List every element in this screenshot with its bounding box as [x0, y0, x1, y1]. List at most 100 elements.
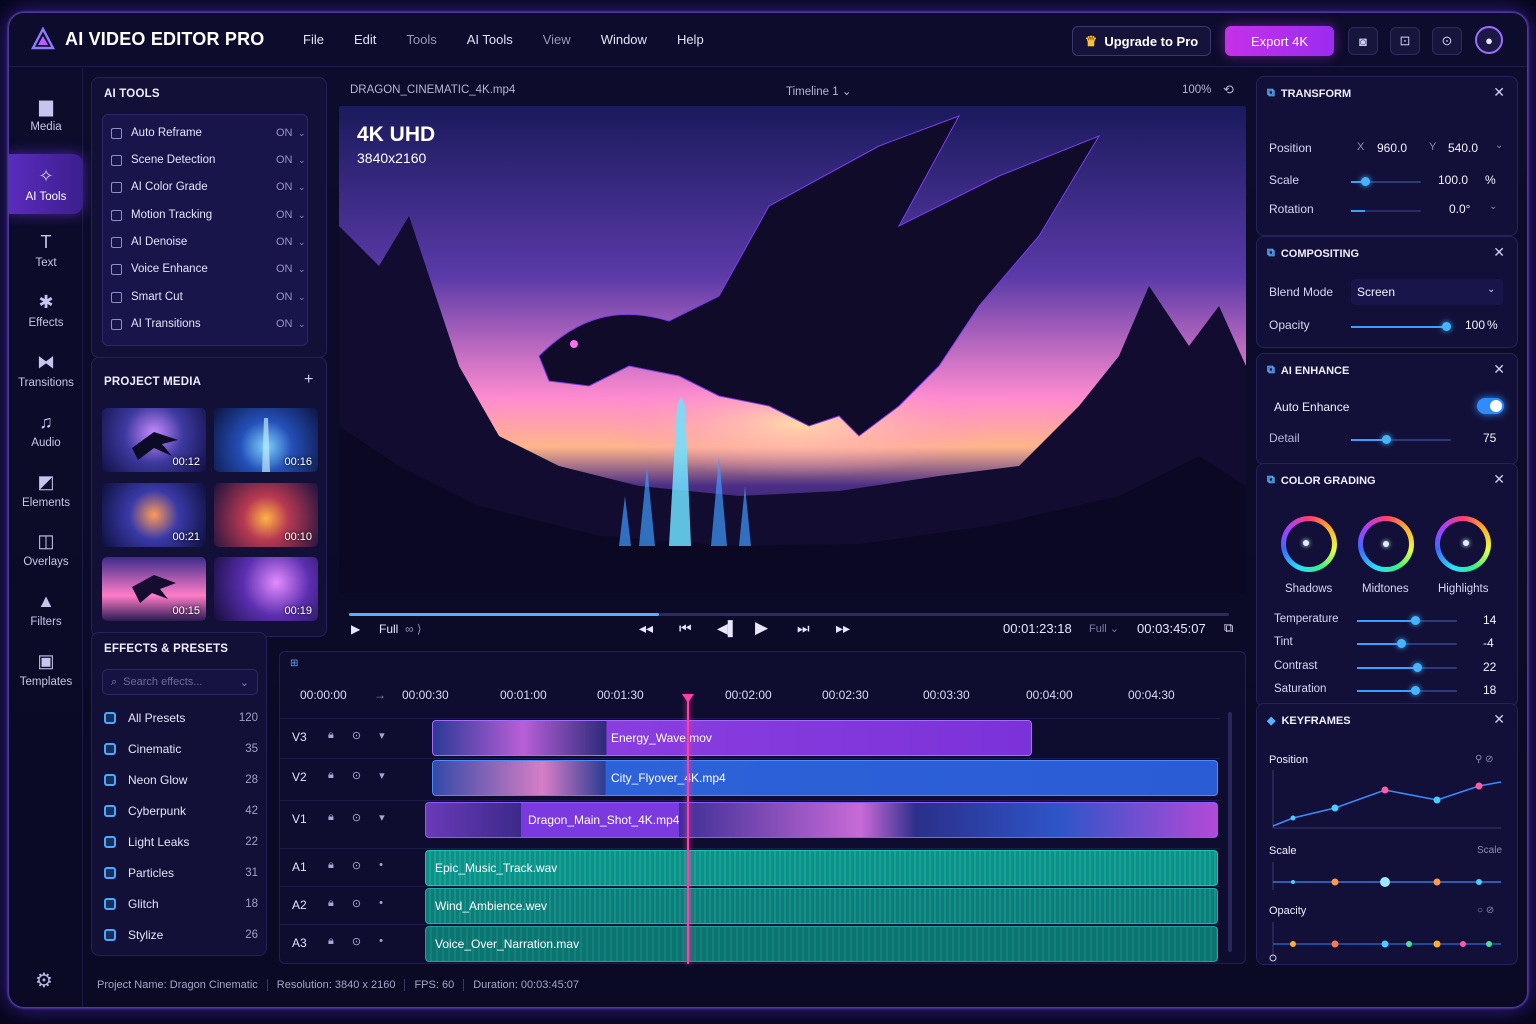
ai-tool-color-grade[interactable]: AI Color Grade ON ⌄ — [111, 177, 306, 197]
clip-energy-wave[interactable]: Energy_Wave.mov — [432, 720, 1032, 756]
position-keyframe-graph[interactable] — [1269, 768, 1505, 834]
chevron-down-icon[interactable]: ▾ — [379, 769, 385, 782]
lock-icon[interactable]: 🔒︎ — [328, 897, 334, 910]
lock-icon[interactable]: 🔒︎ — [328, 729, 334, 742]
media-thumb[interactable]: 00:16 — [214, 408, 318, 472]
chevron-down-icon[interactable]: ▾ — [379, 729, 385, 742]
play-small-icon[interactable]: ▶ — [351, 622, 360, 636]
temperature-slider[interactable] — [1357, 616, 1457, 625]
media-thumb[interactable]: 00:10 — [214, 483, 318, 547]
ai-tool-motion-tracking[interactable]: Motion Tracking ON ⌄ — [111, 205, 306, 225]
video-preview[interactable]: 4K UHD 3840x2160 — [339, 106, 1246, 593]
sidebar-item-media[interactable]: ▆ Media — [9, 84, 83, 144]
lock-icon[interactable]: 🔒︎ — [328, 769, 334, 782]
chevron-down-icon[interactable]: ▾ — [379, 811, 385, 824]
chevron-down-icon[interactable]: ⌄ — [298, 319, 306, 330]
clip-voice-over[interactable]: Voice_Over_Narration.mav — [425, 926, 1218, 962]
preset-light-leaks[interactable]: Light Leaks 22 — [104, 832, 258, 852]
position-x-input[interactable]: 960.0 — [1377, 141, 1407, 155]
ai-tool-voice-enhance[interactable]: Voice Enhance ON ⌄ — [111, 259, 306, 279]
wheel-dot[interactable] — [1383, 541, 1389, 547]
position-y-input[interactable]: 540.0 — [1448, 141, 1478, 155]
opacity-keyframe-graph[interactable] — [1269, 918, 1505, 962]
wheel-dot[interactable] — [1303, 540, 1309, 546]
close-icon[interactable]: ✕ — [1493, 84, 1505, 101]
saturation-slider-knob[interactable] — [1411, 686, 1420, 695]
menu-help[interactable]: Help — [677, 32, 704, 47]
avatar[interactable]: ● — [1475, 26, 1503, 54]
ai-tool-transitions[interactable]: AI Transitions ON ⌄ — [111, 314, 306, 334]
preset-all[interactable]: All Presets 120 — [104, 708, 258, 728]
scale-input[interactable]: 100.0 — [1438, 173, 1468, 187]
lock-icon[interactable]: 🔒︎ — [328, 935, 334, 948]
close-icon[interactable]: ✕ — [1493, 471, 1505, 488]
close-icon[interactable]: ✕ — [1493, 711, 1505, 728]
prev-frame-icon[interactable]: ◀▌ — [717, 620, 738, 637]
gear-icon[interactable]: ⚙ — [35, 968, 53, 993]
visibility-icon[interactable]: ⊙ — [352, 769, 361, 782]
snapshot-button[interactable]: ◙ — [1348, 27, 1378, 55]
preset-stylize[interactable]: Stylize 26 — [104, 925, 258, 945]
export-button[interactable]: Export 4K — [1225, 26, 1334, 56]
midtones-wheel[interactable] — [1358, 516, 1414, 572]
sidebar-item-transitions[interactable]: ⧓ Transitions — [9, 340, 83, 400]
link-icon[interactable]: ⚲ ⊘ — [1475, 754, 1493, 765]
lock-icon[interactable]: 🔒︎ — [328, 811, 334, 824]
chevron-down-icon[interactable]: ⌄ — [298, 292, 306, 303]
chevron-down-icon[interactable]: ⌄ — [298, 155, 306, 166]
opacity-keyframe-icons[interactable]: ○ ⊘ — [1477, 905, 1494, 916]
preset-neon-glow[interactable]: Neon Glow 28 — [104, 770, 258, 790]
sidebar-item-ai-tools[interactable]: ✧ AI Tools — [9, 154, 83, 214]
quality-select-2[interactable]: Full ⌄ — [1089, 622, 1119, 635]
quality-select[interactable]: Full — [379, 622, 398, 636]
visibility-icon[interactable]: ⊙ — [352, 935, 361, 948]
contrast-slider-knob[interactable] — [1413, 663, 1422, 672]
temperature-slider-knob[interactable] — [1411, 616, 1420, 625]
fullscreen-icon[interactable]: ⧉ — [1224, 620, 1233, 636]
fit-screen-icon[interactable]: ⟲ — [1223, 82, 1234, 98]
ai-tool-denoise[interactable]: AI Denoise ON ⌄ — [111, 232, 306, 252]
clip-dragon-main[interactable]: Dragon_Main_Shot_4K.mp4 — [425, 802, 1218, 838]
media-thumb[interactable]: 00:12 — [102, 408, 206, 472]
settings-button[interactable]: ⊙ — [1432, 27, 1462, 55]
highlights-wheel[interactable] — [1435, 516, 1491, 572]
fast-forward-icon[interactable]: ▸▸ — [836, 620, 850, 637]
opacity-slider[interactable] — [1351, 322, 1451, 331]
playhead[interactable] — [682, 694, 694, 964]
timeline-scrollbar[interactable] — [1228, 712, 1232, 952]
sidebar-item-overlays[interactable]: ◫ Overlays — [9, 519, 83, 579]
close-icon[interactable]: ✕ — [1493, 361, 1505, 378]
menu-tools[interactable]: Tools — [406, 32, 436, 47]
preset-glitch[interactable]: Glitch 18 — [104, 894, 258, 914]
preset-cinematic[interactable]: Cinematic 35 — [104, 739, 258, 759]
rotation-slider[interactable] — [1351, 210, 1421, 212]
wheel-dot[interactable] — [1463, 540, 1469, 546]
opacity-value[interactable]: 100 — [1465, 318, 1485, 332]
rotation-input[interactable]: 0.0° — [1449, 202, 1470, 216]
saturation-slider[interactable] — [1357, 686, 1457, 695]
sidebar-item-audio[interactable]: ♫ Audio — [9, 400, 83, 460]
chevron-down-icon[interactable]: ⌄ — [298, 210, 306, 221]
contrast-slider[interactable] — [1357, 663, 1457, 672]
tint-slider[interactable] — [1357, 639, 1457, 648]
opacity-slider-knob[interactable] — [1442, 322, 1451, 331]
clip-wind-ambience[interactable]: Wind_Ambience.wev — [425, 888, 1218, 924]
loop-icon[interactable]: ∞ ⟩ — [405, 622, 422, 636]
timeline-selector[interactable]: Timeline 1 ⌄ — [786, 84, 851, 98]
menu-ai-tools[interactable]: AI Tools — [467, 32, 513, 47]
tint-slider-knob[interactable] — [1397, 639, 1406, 648]
sidebar-item-templates[interactable]: ▣ Templates — [9, 639, 83, 699]
menu-file[interactable]: File — [303, 32, 324, 47]
ai-tool-scene-detection[interactable]: Scene Detection ON ⌄ — [111, 150, 306, 170]
blend-mode-select[interactable]: Screen ⌄ — [1351, 279, 1503, 305]
timeline-snap-icon[interactable]: ⊞ — [290, 658, 298, 669]
chevron-down-icon[interactable]: ⌄ — [1489, 201, 1497, 212]
chevron-down-icon[interactable]: ⌄ — [298, 237, 306, 248]
lock-icon[interactable]: 🔒︎ — [328, 859, 334, 872]
ai-tool-auto-reframe[interactable]: Auto Reframe ON ⌄ — [111, 123, 306, 143]
ai-tool-smart-cut[interactable]: Smart Cut ON ⌄ — [111, 287, 306, 307]
auto-enhance-toggle[interactable] — [1477, 398, 1504, 414]
media-thumb[interactable]: 00:19 — [214, 557, 318, 621]
skip-back-icon[interactable]: ⏮ — [679, 620, 692, 637]
chevron-down-icon[interactable]: ⌄ — [298, 128, 306, 139]
